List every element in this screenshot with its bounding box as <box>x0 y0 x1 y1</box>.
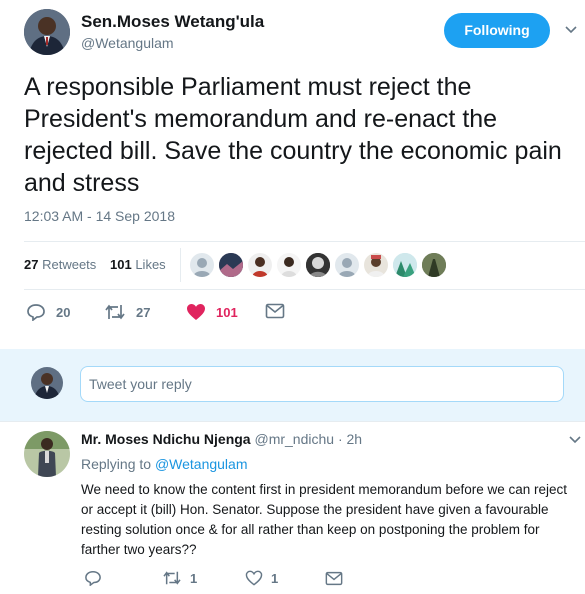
retweet-action[interactable]: 27 <box>104 303 150 321</box>
reply-count: 20 <box>56 304 71 320</box>
reply-author-handle[interactable]: @mr_ndichu <box>254 431 334 447</box>
likes-stat[interactable]: 101 Likes <box>110 257 166 272</box>
reply-composer: Tweet your reply <box>0 349 585 421</box>
liker-avatar[interactable] <box>335 253 359 277</box>
replying-to-prefix: Replying to <box>81 456 152 472</box>
divider <box>24 241 585 242</box>
following-button[interactable]: Following <box>444 13 550 48</box>
envelope-icon <box>325 571 343 586</box>
reply-direct-message-action[interactable] <box>325 571 343 586</box>
stat-separator <box>180 248 181 282</box>
liker-avatars <box>190 253 450 277</box>
reply-like-action[interactable]: 1 <box>245 570 278 586</box>
reply-icon <box>84 570 102 586</box>
current-user-avatar[interactable] <box>31 367 63 399</box>
direct-message-action[interactable] <box>265 303 285 319</box>
envelope-icon <box>265 303 285 319</box>
author-avatar[interactable] <box>24 9 70 55</box>
reply-header: Mr. Moses Ndichu Njenga @mr_ndichu · 2h <box>81 431 362 447</box>
tweet-text: A responsible Parliament must reject the… <box>24 73 562 197</box>
liker-avatar[interactable] <box>277 253 301 277</box>
reply-icon <box>26 303 46 321</box>
likes-label: Likes <box>135 257 166 272</box>
like-count: 101 <box>216 304 238 320</box>
reply-retweet-action[interactable]: 1 <box>162 570 197 586</box>
retweet-icon <box>104 303 126 321</box>
liker-avatar[interactable] <box>422 253 446 277</box>
retweets-stat[interactable]: 27 Retweets <box>24 257 96 272</box>
reply-author-name[interactable]: Mr. Moses Ndichu Njenga <box>81 431 251 447</box>
liker-avatar[interactable] <box>219 253 243 277</box>
liker-avatar[interactable] <box>248 253 272 277</box>
tweet-timestamp[interactable]: 12:03 AM - 14 Sep 2018 <box>24 208 175 224</box>
liker-avatar[interactable] <box>190 253 214 277</box>
retweet-icon <box>162 570 182 586</box>
reply-time[interactable]: · 2h <box>338 431 362 447</box>
reply-action[interactable]: 20 <box>26 303 70 321</box>
divider <box>24 289 585 290</box>
heart-outline-icon <box>245 570 263 586</box>
retweets-label: Retweets <box>42 257 97 272</box>
reply-author-avatar[interactable] <box>24 431 70 477</box>
chevron-down-icon[interactable] <box>565 26 577 34</box>
author-handle[interactable]: @Wetangulam <box>81 35 174 51</box>
reply-reply-action[interactable] <box>84 570 102 586</box>
retweets-count: 27 <box>24 257 39 272</box>
replying-to-line: Replying to @Wetangulam <box>81 456 248 472</box>
retweet-count: 27 <box>136 304 151 320</box>
heart-filled-icon <box>186 303 206 321</box>
author-name[interactable]: Sen.Moses Wetang'ula <box>81 12 264 32</box>
reply-chevron-down-icon[interactable] <box>569 436 581 444</box>
reply-text: We need to know the content first in pre… <box>81 482 568 557</box>
likes-count: 101 <box>110 257 132 272</box>
liker-avatar[interactable] <box>364 253 388 277</box>
reply-like-count: 1 <box>271 570 279 586</box>
divider <box>0 421 585 422</box>
liker-avatar[interactable] <box>306 253 330 277</box>
liker-avatar[interactable] <box>393 253 417 277</box>
reply-retweet-count: 1 <box>190 570 198 586</box>
replying-to-handle[interactable]: @Wetangulam <box>155 456 248 472</box>
like-action[interactable]: 101 <box>186 303 238 321</box>
reply-input[interactable]: Tweet your reply <box>80 366 564 402</box>
